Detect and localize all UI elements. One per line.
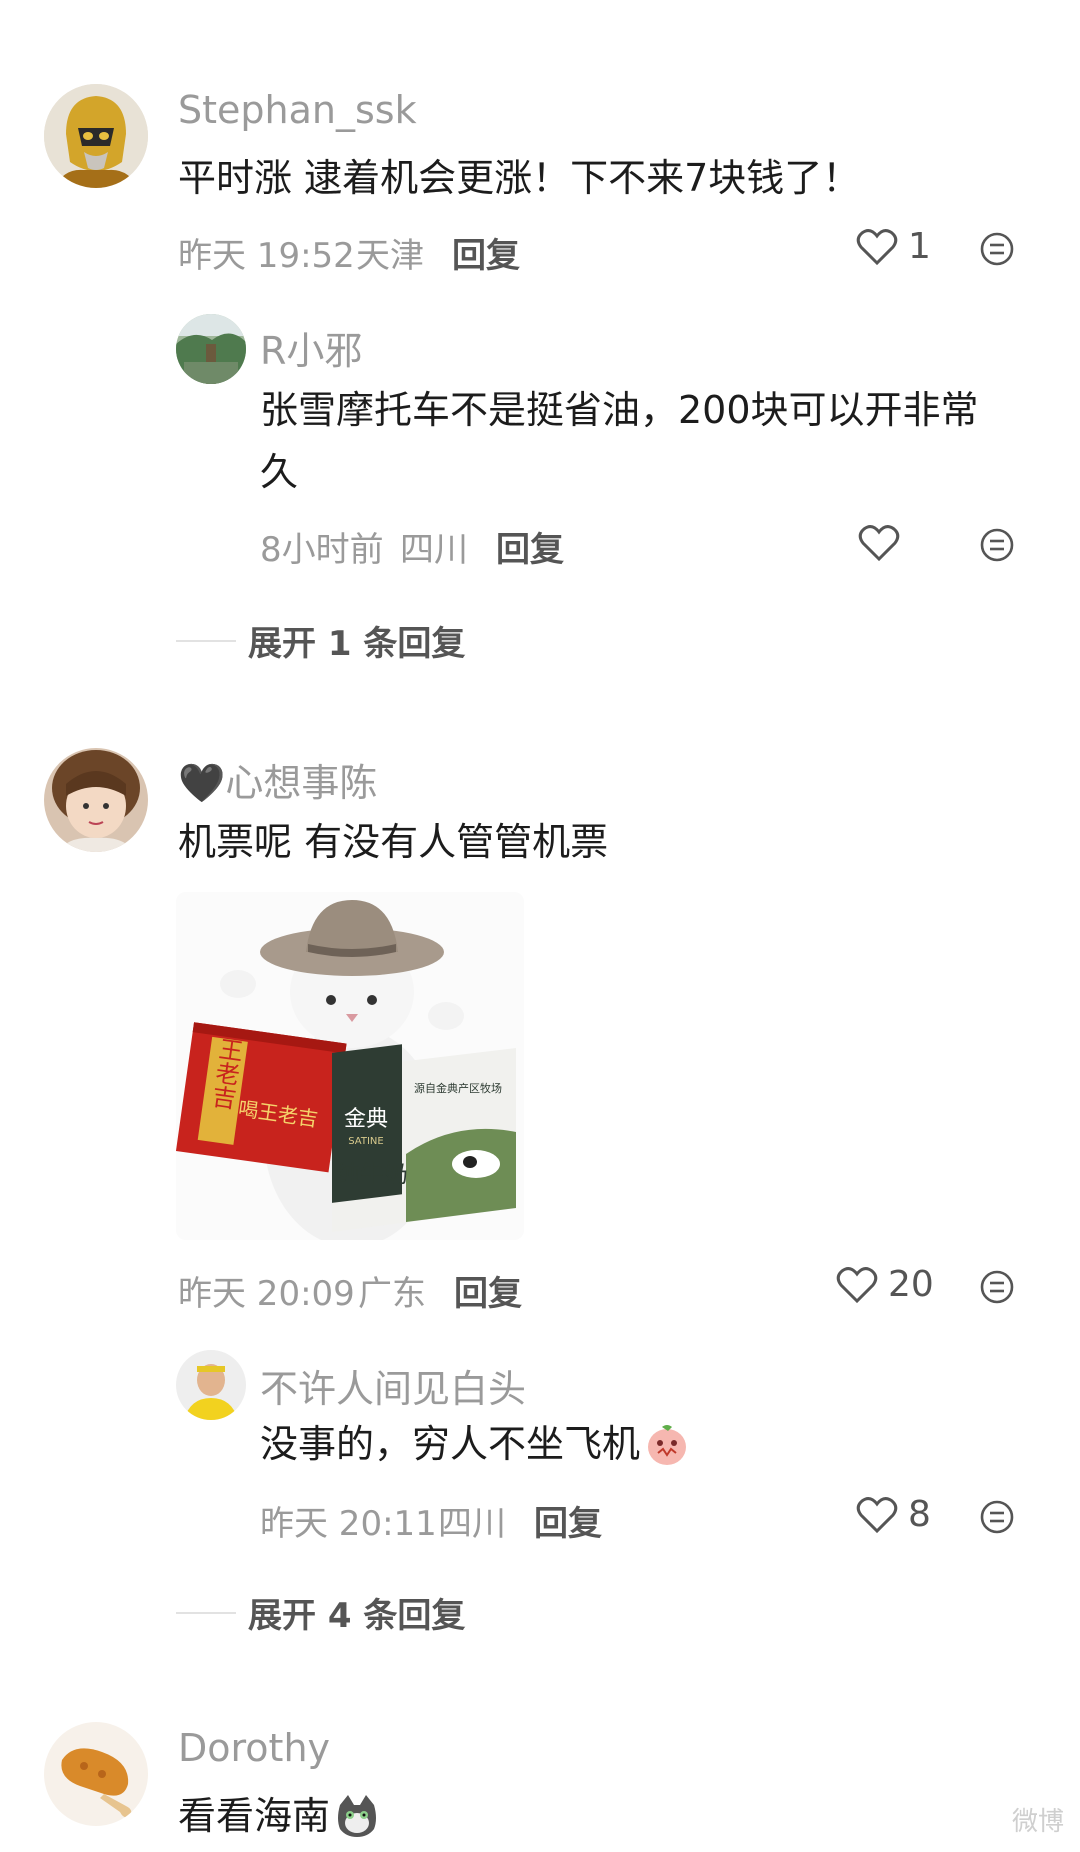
comment-location: 天津 (356, 236, 424, 276)
reply-button[interactable]: 回复 (534, 1496, 602, 1545)
more-options-icon[interactable] (980, 232, 1014, 266)
like-count: 20 (888, 1264, 934, 1305)
heart-icon (858, 525, 900, 562)
divider (176, 639, 236, 642)
expand-replies-button[interactable]: 展开 4 条回复 (176, 1588, 465, 1637)
comment-text: 平时涨 逮着机会更涨！下不来7块钱了！ (178, 156, 861, 200)
more-options-icon[interactable] (980, 1500, 1014, 1534)
reply-location: 四川 (438, 1504, 506, 1544)
comment-image[interactable]: 王老吉 喝王老吉 金典 SATINE 纯牛奶 源自金典产区牧场 (176, 892, 524, 1240)
heart-icon (856, 1496, 898, 1533)
reply-text-content: 没事的，穷人不坐飞机 (260, 1422, 641, 1466)
watermark: 微博 (1011, 1807, 1064, 1837)
milk-brand-label: 金典 (344, 1107, 388, 1132)
like-button[interactable]: 1 (856, 226, 931, 267)
username-text: 心想事陈 (225, 761, 378, 805)
comment-location: 广东 (358, 1274, 426, 1314)
comment-time: 昨天 20:09 (178, 1274, 355, 1314)
expand-replies-label: 展开 4 条回复 (248, 1596, 466, 1636)
reply-button[interactable]: 回复 (452, 228, 520, 277)
comment-username[interactable]: 🖤心想事陈 (178, 752, 377, 807)
reply-button[interactable]: 回复 (454, 1266, 522, 1315)
divider (176, 1611, 236, 1614)
comment-time: 昨天 19:52 (178, 236, 355, 276)
reply-time: 昨天 20:11 (260, 1504, 437, 1544)
heart-icon (836, 1266, 878, 1303)
like-count: 1 (908, 226, 931, 267)
comment-text: 机票呢 有没有人管管机票 (178, 820, 609, 864)
pleading-emoji-icon (648, 1425, 687, 1465)
reply-time: 8小时前 (260, 530, 384, 570)
reply-text: 张雪摩托车不是挺省油，200块可以开非常 (260, 388, 979, 432)
like-count: 8 (908, 1494, 931, 1535)
reply-username[interactable]: 不许人间见白头 (260, 1358, 526, 1413)
reply-text: 没事的，穷人不坐飞机 (260, 1414, 690, 1474)
milk-slogan-label: 源自金典产区牧场 (414, 1081, 502, 1095)
avatar[interactable] (44, 748, 148, 852)
comment-username[interactable]: Stephan_ssk (178, 88, 417, 132)
cat-emoji-icon (338, 1795, 377, 1837)
more-options-icon[interactable] (980, 1270, 1014, 1304)
reply-username[interactable]: R小邪 (260, 320, 362, 375)
expand-replies-label: 展开 1 条回复 (248, 624, 466, 664)
black-heart-icon: 🖤 (178, 761, 226, 805)
milk-product-label: 纯牛奶 (336, 1160, 408, 1188)
comment-text: 看看海南 (178, 1786, 380, 1846)
reply-location: 四川 (400, 530, 468, 570)
more-options-icon[interactable] (980, 528, 1014, 562)
reply-button[interactable]: 回复 (496, 522, 564, 571)
avatar[interactable] (44, 84, 148, 188)
like-button[interactable]: 8 (856, 1494, 931, 1535)
like-button[interactable] (858, 524, 900, 562)
milk-latin-label: SATINE (348, 1136, 383, 1147)
reply-avatar[interactable] (176, 1350, 246, 1420)
reply-text-continued: 久 (260, 450, 299, 494)
reply-avatar[interactable] (176, 314, 246, 384)
comment-username[interactable]: Dorothy (178, 1726, 330, 1770)
avatar[interactable] (44, 1722, 148, 1826)
comment-text-content: 看看海南 (178, 1794, 331, 1838)
like-button[interactable]: 20 (836, 1264, 934, 1305)
expand-replies-button[interactable]: 展开 1 条回复 (176, 616, 465, 665)
heart-icon (856, 228, 898, 265)
